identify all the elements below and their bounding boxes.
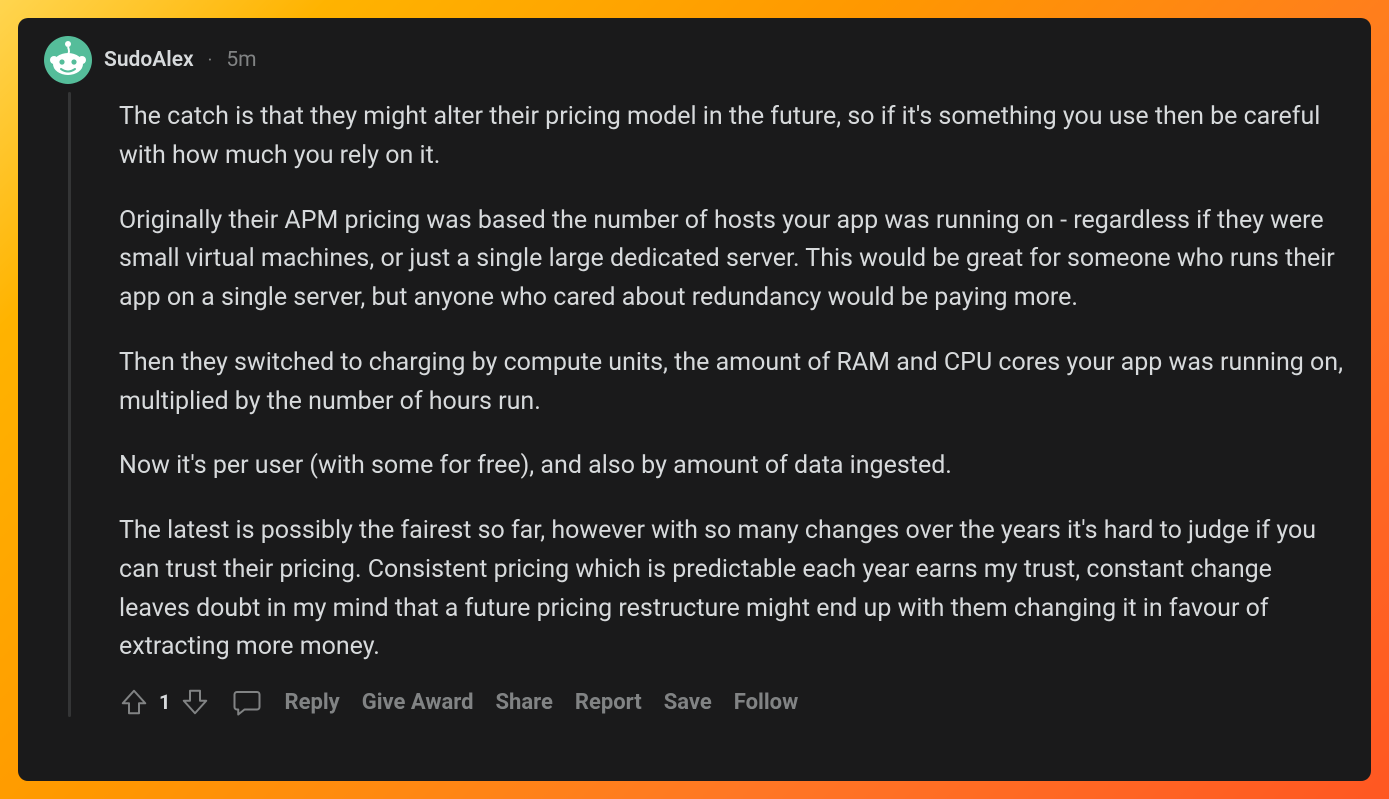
comment-button[interactable] (232, 687, 262, 717)
vote-score: 1 (159, 690, 170, 714)
downvote-button[interactable] (180, 687, 210, 717)
timestamp: 5m (226, 48, 256, 72)
follow-button[interactable]: Follow (734, 690, 799, 715)
comment-actions: 1 Reply Give Award Share Report Sav (119, 687, 1343, 717)
username-link[interactable]: SudoAlex (104, 48, 194, 72)
comment-body-wrap: The catch is that they might alter their… (68, 92, 1343, 717)
upvote-button[interactable] (119, 687, 149, 717)
thread-line[interactable] (68, 92, 71, 717)
report-button[interactable]: Report (575, 690, 642, 715)
paragraph: The latest is possibly the fairest so fa… (119, 512, 1343, 667)
reply-button[interactable]: Reply (284, 690, 339, 715)
avatar[interactable] (44, 36, 92, 84)
vote-group: 1 (119, 687, 210, 717)
paragraph: Then they switched to charging by comput… (119, 344, 1343, 422)
share-button[interactable]: Share (496, 690, 553, 715)
give-award-button[interactable]: Give Award (362, 690, 474, 715)
upvote-icon (119, 687, 149, 717)
separator: · (208, 50, 213, 71)
paragraph: Now it's per user (with some for free), … (119, 447, 1343, 486)
save-button[interactable]: Save (664, 690, 712, 715)
speech-bubble-icon (232, 687, 262, 717)
paragraph: Originally their APM pricing was based t… (119, 202, 1343, 318)
comment-header: SudoAlex · 5m (32, 32, 1343, 92)
paragraph: The catch is that they might alter their… (119, 98, 1343, 176)
snoo-icon (48, 40, 88, 80)
downvote-icon (180, 687, 210, 717)
comment-content: The catch is that they might alter their… (119, 92, 1343, 717)
comment-card: SudoAlex · 5m The catch is that they mig… (18, 18, 1371, 781)
